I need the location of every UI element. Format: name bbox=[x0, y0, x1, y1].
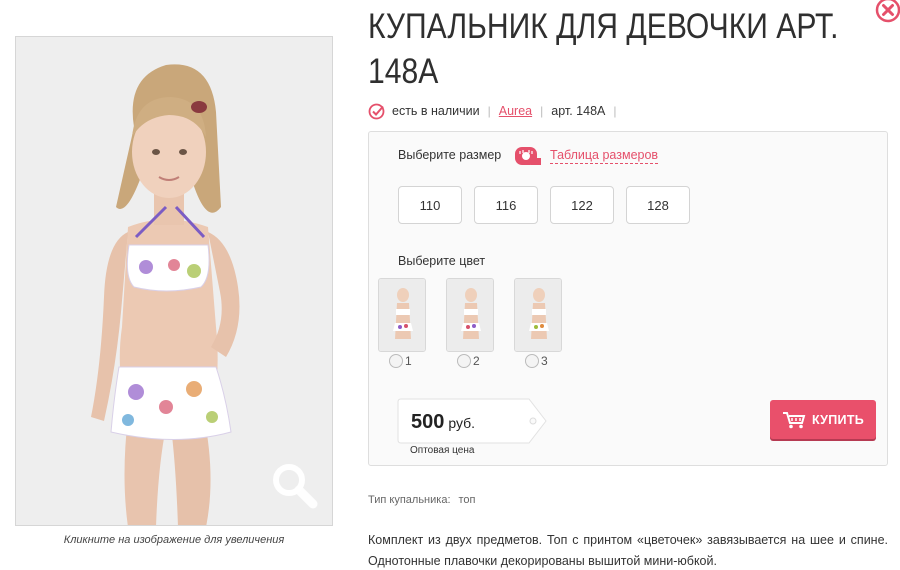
product-meta: есть в наличии | Aurea | арт. 148А | bbox=[368, 101, 624, 121]
image-caption: Кликните на изображение для увеличения bbox=[63, 534, 285, 546]
color-label: Выберите цвет bbox=[398, 254, 486, 268]
size-label: Выберите размер bbox=[398, 148, 502, 162]
color-radio-1[interactable]: 1 bbox=[389, 354, 412, 368]
measuring-tape-icon bbox=[515, 147, 541, 165]
meta-divider: | bbox=[613, 104, 617, 118]
product-image[interactable] bbox=[15, 36, 333, 526]
brand-link[interactable]: Aurea bbox=[499, 104, 532, 118]
color-radio-3[interactable]: 3 bbox=[525, 354, 548, 368]
product-photo bbox=[16, 37, 332, 525]
price-amount: 500 bbox=[411, 411, 445, 433]
product-title: КУПАЛЬНИК ДЛЯ ДЕВОЧКИ АРТ. 148А bbox=[368, 7, 839, 91]
article-number: арт. 148А bbox=[551, 104, 606, 118]
color-swatch-3[interactable] bbox=[514, 278, 562, 352]
size-option-110[interactable]: 110 bbox=[398, 186, 462, 224]
color-option-label: 3 bbox=[541, 354, 548, 368]
color-swatch-1[interactable] bbox=[378, 278, 426, 352]
swimsuit-type: Тип купальника: топ bbox=[368, 494, 476, 506]
color-radio-2[interactable]: 2 bbox=[457, 354, 480, 368]
swimsuit-type-label: Тип купальника: bbox=[368, 494, 451, 506]
radio-button[interactable] bbox=[525, 354, 539, 368]
in-stock-check-icon bbox=[368, 103, 385, 119]
size-option-128[interactable]: 128 bbox=[626, 186, 690, 224]
meta-divider: | bbox=[487, 104, 491, 118]
purchase-options-panel: Выберите размер Таблица размеров 110 116… bbox=[368, 131, 888, 466]
availability-status: есть в наличии bbox=[392, 104, 480, 118]
buy-button[interactable]: КУПИТЬ bbox=[770, 400, 876, 439]
swimsuit-type-value: топ bbox=[458, 494, 476, 506]
size-table-link[interactable]: Таблица размеров bbox=[550, 148, 659, 164]
meta-divider: | bbox=[540, 104, 544, 118]
close-icon[interactable] bbox=[874, 0, 900, 24]
radio-button[interactable] bbox=[457, 354, 471, 368]
price: 500 руб. bbox=[411, 411, 475, 434]
color-option-label: 2 bbox=[473, 354, 480, 368]
price-note: Оптовая цена bbox=[410, 445, 475, 456]
buy-button-label: КУПИТЬ bbox=[811, 412, 865, 427]
color-option-label: 1 bbox=[405, 354, 412, 368]
color-swatch-2[interactable] bbox=[446, 278, 494, 352]
size-option-116[interactable]: 116 bbox=[474, 186, 538, 224]
cart-icon bbox=[782, 411, 806, 428]
magnifier-icon[interactable] bbox=[268, 459, 320, 511]
size-option-122[interactable]: 122 bbox=[550, 186, 614, 224]
price-currency: руб. bbox=[448, 415, 476, 431]
product-description: Комплект из двух предметов. Топ с принто… bbox=[368, 533, 888, 568]
radio-button[interactable] bbox=[389, 354, 403, 368]
